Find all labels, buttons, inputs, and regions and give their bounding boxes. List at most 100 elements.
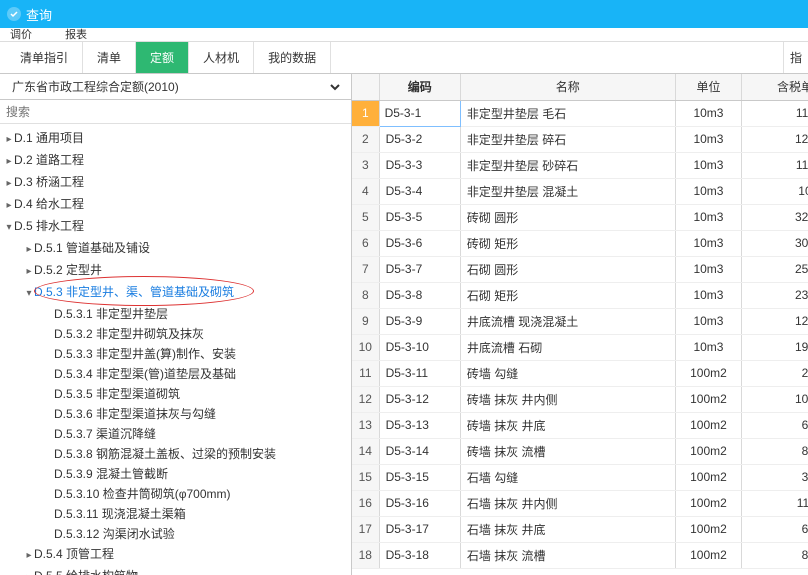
cell-price[interactable]: 859. — [742, 438, 808, 464]
tree-node[interactable]: ▸D.4 给水工程 — [4, 194, 351, 216]
cell-price[interactable]: 1015. — [742, 386, 808, 412]
cell-name[interactable]: 石砌 圆形 — [460, 256, 675, 282]
tree-node-label[interactable]: D.3 桥涵工程 — [14, 175, 84, 189]
tree-node-label[interactable]: D.1 通用项目 — [14, 131, 84, 145]
catalog-select[interactable]: 广东省市政工程综合定额(2010) — [8, 79, 343, 95]
cell-unit[interactable]: 100m2 — [675, 490, 742, 516]
right-tool-button[interactable]: 指 — [783, 42, 808, 73]
row-number[interactable]: 3 — [352, 152, 379, 178]
tree-node-label[interactable]: D.5.3.6 非定型渠道抹灰与勾缝 — [54, 407, 216, 421]
tree-node-label[interactable]: D.5.3.7 渠道沉降缝 — [54, 427, 156, 441]
tree-view[interactable]: ▸D.1 通用项目▸D.2 道路工程▸D.3 桥涵工程▸D.4 给水工程▾D.5… — [0, 124, 351, 575]
cell-price[interactable]: 667. — [742, 516, 808, 542]
cell-code[interactable]: D5-3-1 — [379, 100, 460, 126]
cell-unit[interactable]: 10m3 — [675, 204, 742, 230]
tree-node[interactable]: ▸D.5.5 给排水构筑物 — [4, 566, 351, 575]
cell-unit[interactable]: 10m3 — [675, 308, 742, 334]
cell-unit[interactable]: 10m3 — [675, 152, 742, 178]
caret-right-icon[interactable]: ▸ — [4, 152, 14, 172]
caret-down-icon[interactable]: ▾ — [24, 284, 34, 304]
tree-node[interactable]: D.5.3.3 非定型井盖(算)制作、安装 — [4, 344, 351, 364]
tree-node[interactable]: D.5.3.10 检查井筒砌筑(φ700mm) — [4, 484, 351, 504]
col-name[interactable]: 名称 — [460, 74, 675, 100]
table-row[interactable]: 8D5-3-8石砌 矩形10m32392. — [352, 282, 808, 308]
cell-name[interactable]: 石墙 抹灰 流槽 — [460, 542, 675, 568]
table-row[interactable]: 2D5-3-2非定型井垫层 碎石10m31233. — [352, 126, 808, 152]
table-row[interactable]: 18D5-3-18石墙 抹灰 流槽100m2857. — [352, 542, 808, 568]
cell-unit[interactable]: 100m2 — [675, 386, 742, 412]
tree-node-label[interactable]: D.5.3 非定型井、渠、管道基础及砌筑 — [34, 285, 234, 299]
cell-unit[interactable]: 100m2 — [675, 360, 742, 386]
caret-right-icon[interactable]: ▸ — [4, 196, 14, 216]
cell-name[interactable]: 非定型井垫层 混凝土 — [460, 178, 675, 204]
cell-code[interactable]: D5-3-17 — [379, 516, 460, 542]
ribbon-label-2[interactable]: 报表 — [65, 29, 87, 41]
cell-unit[interactable]: 10m3 — [675, 334, 742, 360]
table-row[interactable]: 11D5-3-11砖墙 勾缝100m2298. — [352, 360, 808, 386]
cell-name[interactable]: 砖砌 圆形 — [460, 204, 675, 230]
caret-right-icon[interactable]: ▸ — [4, 130, 14, 150]
cell-price[interactable]: 3061. — [742, 230, 808, 256]
cell-code[interactable]: D5-3-11 — [379, 360, 460, 386]
cell-price[interactable]: 1233. — [742, 126, 808, 152]
cell-code[interactable]: D5-3-18 — [379, 542, 460, 568]
cell-code[interactable]: D5-3-10 — [379, 334, 460, 360]
cell-price[interactable]: 298. — [742, 360, 808, 386]
cell-code[interactable]: D5-3-8 — [379, 282, 460, 308]
cell-unit[interactable]: 100m2 — [675, 438, 742, 464]
cell-code[interactable]: D5-3-9 — [379, 308, 460, 334]
table-row[interactable]: 17D5-3-17石墙 抹灰 井底100m2667. — [352, 516, 808, 542]
cell-name[interactable]: 砖墙 勾缝 — [460, 360, 675, 386]
caret-right-icon[interactable]: ▸ — [24, 546, 34, 566]
tree-node-label[interactable]: D.5.2 定型井 — [34, 263, 102, 277]
caret-right-icon[interactable]: ▸ — [4, 174, 14, 194]
row-number[interactable]: 10 — [352, 334, 379, 360]
cell-price[interactable]: 669. — [742, 412, 808, 438]
tree-node[interactable]: D.5.3.6 非定型渠道抹灰与勾缝 — [4, 404, 351, 424]
cell-code[interactable]: D5-3-15 — [379, 464, 460, 490]
tree-node[interactable]: ▾D.5.3 非定型井、渠、管道基础及砌筑 — [4, 282, 351, 304]
tree-node[interactable]: D.5.3.11 现浇混凝土渠箱 — [4, 504, 351, 524]
tree-node-label[interactable]: D.5.4 顶管工程 — [34, 547, 114, 561]
row-number[interactable]: 17 — [352, 516, 379, 542]
tree-node[interactable]: D.5.3.7 渠道沉降缝 — [4, 424, 351, 444]
tree-node[interactable]: D.5.3.5 非定型渠道砌筑 — [4, 384, 351, 404]
table-row[interactable]: 13D5-3-13砖墙 抹灰 井底100m2669. — [352, 412, 808, 438]
row-number[interactable]: 2 — [352, 126, 379, 152]
cell-unit[interactable]: 10m3 — [675, 230, 742, 256]
table-row[interactable]: 16D5-3-16石墙 抹灰 井内侧100m21114. — [352, 490, 808, 516]
col-unit[interactable]: 单位 — [675, 74, 742, 100]
tree-node-label[interactable]: D.5.3.10 检查井筒砌筑(φ700mm) — [54, 487, 231, 501]
row-number[interactable]: 16 — [352, 490, 379, 516]
cell-price[interactable]: 857. — [742, 542, 808, 568]
tree-node[interactable]: ▸D.5.2 定型井 — [4, 260, 351, 282]
table-row[interactable]: 10D5-3-10井底流槽 石砌10m31972. — [352, 334, 808, 360]
tab-my-data[interactable]: 我的数据 — [254, 42, 331, 73]
cell-price[interactable]: 1104. — [742, 152, 808, 178]
tree-node[interactable]: ▸D.2 道路工程 — [4, 150, 351, 172]
cell-code[interactable]: D5-3-5 — [379, 204, 460, 230]
row-number[interactable]: 14 — [352, 438, 379, 464]
cell-unit[interactable]: 10m3 — [675, 256, 742, 282]
row-number[interactable]: 12 — [352, 386, 379, 412]
tree-node[interactable]: D.5.3.1 非定型井垫层 — [4, 304, 351, 324]
cell-price[interactable]: 1972. — [742, 334, 808, 360]
tree-node-label[interactable]: D.5.1 管道基础及铺设 — [34, 241, 150, 255]
tree-node[interactable]: ▸D.1 通用项目 — [4, 128, 351, 150]
tree-node[interactable]: ▸D.5.1 管道基础及铺设 — [4, 238, 351, 260]
tree-node-label[interactable]: D.5.3.8 钢筋混凝土盖板、过梁的预制安装 — [54, 447, 276, 461]
cell-code[interactable]: D5-3-7 — [379, 256, 460, 282]
row-number[interactable]: 8 — [352, 282, 379, 308]
cell-price[interactable]: 307. — [742, 464, 808, 490]
tab-list[interactable]: 清单 — [83, 42, 136, 73]
cell-unit[interactable]: 100m2 — [675, 516, 742, 542]
cell-name[interactable]: 砖墙 抹灰 井内侧 — [460, 386, 675, 412]
table-row[interactable]: 4D5-3-4非定型井垫层 混凝土10m31063 — [352, 178, 808, 204]
cell-unit[interactable]: 100m2 — [675, 542, 742, 568]
cell-name[interactable]: 砖砌 矩形 — [460, 230, 675, 256]
tab-list-guide[interactable]: 清单指引 — [6, 42, 83, 73]
row-number[interactable]: 4 — [352, 178, 379, 204]
tree-node-label[interactable]: D.4 给水工程 — [14, 197, 84, 211]
table-row[interactable]: 3D5-3-3非定型井垫层 砂碎石10m31104. — [352, 152, 808, 178]
cell-code[interactable]: D5-3-2 — [379, 126, 460, 152]
